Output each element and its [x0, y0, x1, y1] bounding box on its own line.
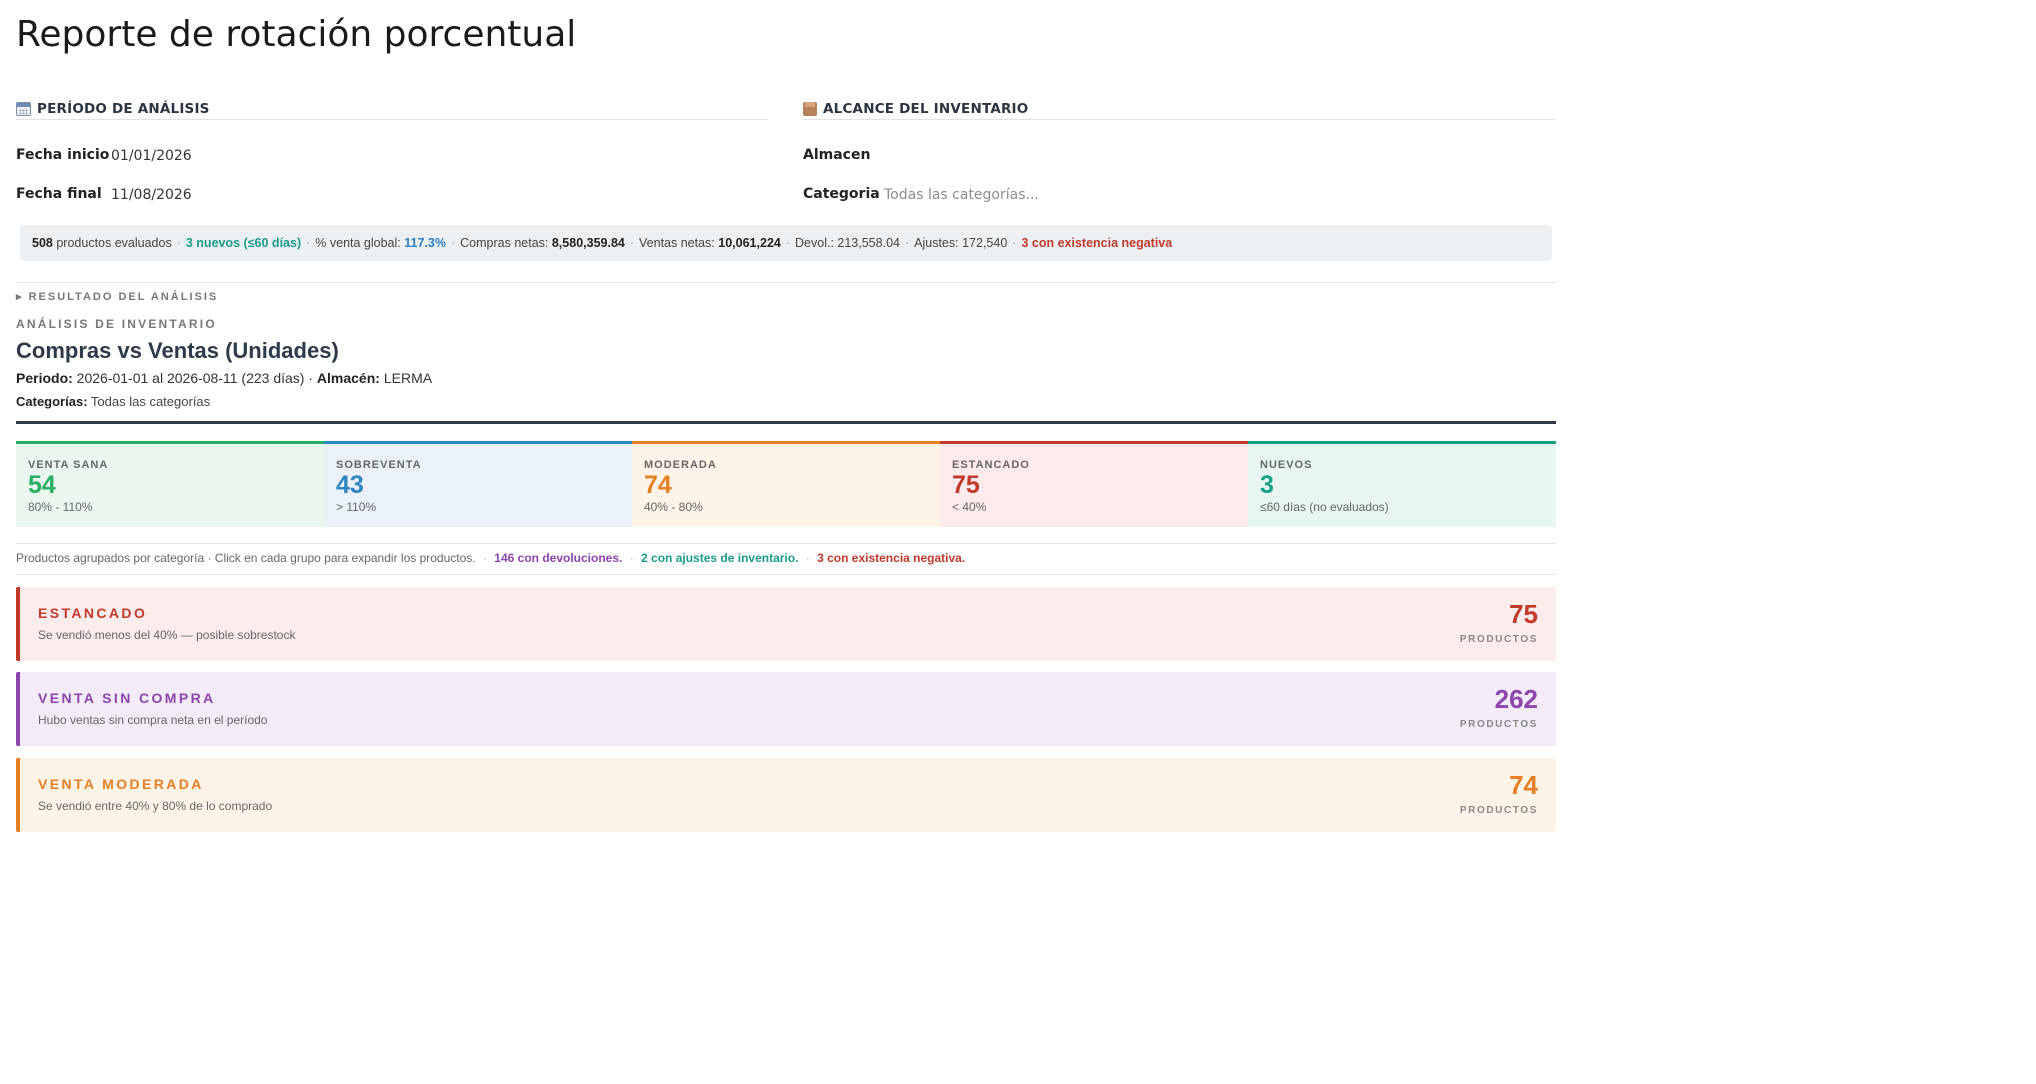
group-estancado[interactable]: ESTANCADO Se vendió menos del 40% — posi… — [16, 587, 1556, 661]
page-title: Reporte de rotación porcentual — [16, 14, 577, 55]
adjustments-note: 2 con ajustes de inventario. — [641, 551, 799, 565]
kpi-card-nuevos: NUEVOS 3 ≤60 días (no evaluados) — [1248, 441, 1556, 527]
summary-bar: 508 productos evaluados · 3 nuevos (≤60 … — [20, 225, 1552, 261]
group-venta-sin-compra[interactable]: VENTA SIN COMPRA Hubo ventas sin compra … — [16, 672, 1556, 746]
negative-note: 3 con existencia negativa. — [817, 551, 966, 565]
global-label: % venta global: — [315, 236, 401, 250]
group-venta-moderada[interactable]: VENTA MODERADA Se vendió entre 40% y 80%… — [16, 758, 1556, 832]
period-heading: PERÍODO DE ANÁLISIS — [37, 100, 210, 117]
divider — [16, 543, 1556, 544]
scope-heading: ALCANCE DEL INVENTARIO — [823, 100, 1029, 117]
report-kicker: ANÁLISIS DE INVENTARIO — [16, 317, 217, 331]
adjust-label: Ajustes: — [914, 236, 959, 250]
new-products-count: 3 nuevos (≤60 días) — [185, 236, 302, 250]
grouping-note: Productos agrupados por categoría · Clic… — [16, 551, 966, 565]
category-label: Categoria — [803, 186, 880, 202]
sales-value: 10,061,224 — [718, 236, 781, 250]
scope-section-header: ALCANCE DEL INVENTARIO — [803, 98, 1555, 120]
group-count: 75 — [1509, 599, 1538, 629]
purchases-label: Compras netas: — [460, 236, 549, 250]
kpi-card-moderada: MODERADA 74 40% - 80% — [632, 441, 940, 527]
global-sales-percent: 117.3% — [404, 236, 446, 250]
report-rule — [16, 421, 1556, 424]
package-icon — [803, 101, 817, 116]
warehouse-label: Almacen — [803, 147, 871, 163]
result-toggle[interactable]: ▸ RESULTADO DEL ANÁLISIS — [16, 290, 218, 303]
group-count: 262 — [1494, 684, 1538, 714]
returns-note: 146 con devoluciones. — [494, 551, 623, 565]
divider — [16, 282, 1556, 283]
report-warehouse: LERMA — [383, 370, 433, 386]
returns-value: 213,558.04 — [837, 236, 900, 250]
category-select[interactable]: Todas las categorías... — [884, 187, 1039, 203]
returns-label: Devol.: — [795, 236, 834, 250]
start-date-input[interactable]: 01/01/2026 — [111, 148, 192, 164]
group-count: 74 — [1509, 770, 1538, 800]
kpi-row: VENTA SANA 54 80% - 110% SOBREVENTA 43 >… — [16, 441, 1556, 527]
divider — [16, 574, 1556, 575]
kpi-card-estancado: ESTANCADO 75 < 40% — [940, 441, 1248, 527]
purchases-value: 8,580,359.84 — [551, 236, 625, 250]
report-title: Compras vs Ventas (Unidades) — [16, 338, 339, 363]
kpi-card-sobreventa: SOBREVENTA 43 > 110% — [324, 441, 632, 527]
negative-stock-count: 3 con existencia negativa — [1021, 236, 1173, 250]
period-section-header: PERÍODO DE ANÁLISIS — [16, 98, 768, 120]
end-date-input[interactable]: 11/08/2026 — [111, 187, 192, 203]
products-text: productos evaluados — [56, 236, 172, 250]
report-categories: Categorías: Todas las categorías — [16, 394, 211, 409]
products-count: 508 — [32, 236, 53, 250]
sales-label: Ventas netas: — [639, 236, 715, 250]
report-period: Periodo: 2026-01-01 al 2026-08-11 (223 d… — [16, 370, 433, 386]
end-date-label: Fecha final — [16, 186, 102, 202]
calendar-icon — [16, 101, 31, 116]
start-date-label: Fecha inicio — [16, 147, 110, 163]
kpi-card-venta-sana: VENTA SANA 54 80% - 110% — [16, 441, 324, 527]
adjust-value: 172,540 — [962, 236, 1008, 250]
